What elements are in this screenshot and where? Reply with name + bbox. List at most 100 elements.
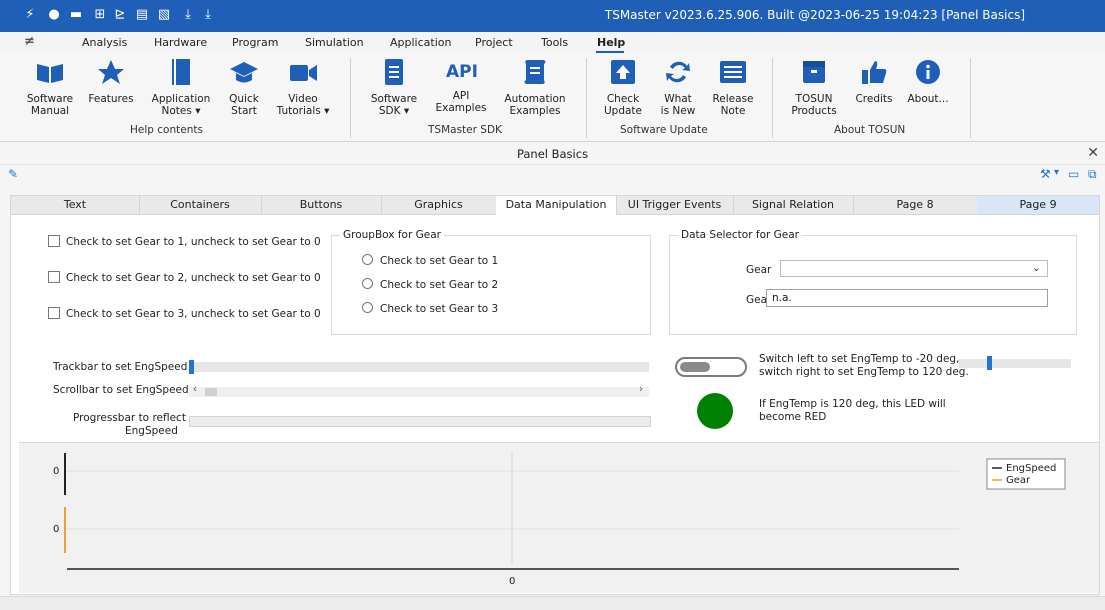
quick-start-button[interactable]: Quick Start xyxy=(222,58,266,117)
export-icon[interactable]: ⤓ xyxy=(200,7,216,23)
wrench-icon[interactable]: ⚒ xyxy=(1040,167,1051,181)
gear3-radio[interactable]: Check to set Gear to 3 xyxy=(362,302,498,315)
tab-graphics[interactable]: Graphics xyxy=(381,196,497,214)
box-icon xyxy=(803,61,825,83)
gear1-radio[interactable]: Check to set Gear to 1 xyxy=(362,254,498,267)
signal-chart[interactable]: 0 0 0 EngSpeed Gear xyxy=(19,442,1099,593)
engtemp-trackbar[interactable] xyxy=(959,356,1071,370)
menu-analysis[interactable]: Analysis xyxy=(82,36,127,49)
radio-button[interactable] xyxy=(362,302,373,313)
app-logo-icon[interactable]: ≠ xyxy=(24,34,35,49)
checkbox-box[interactable] xyxy=(48,235,60,247)
trackbar-thumb[interactable] xyxy=(987,356,992,370)
progress-label: Progressbar to reflect xyxy=(73,412,186,424)
application-notes-button[interactable]: Application Notes ▾ xyxy=(148,58,214,117)
gear2-checkbox[interactable]: Check to set Gear to 2, uncheck to set G… xyxy=(48,271,321,284)
menu-application[interactable]: Application xyxy=(390,36,451,49)
tab-signal-relation[interactable]: Signal Relation xyxy=(733,196,854,214)
ribbon-label: TOSUN Products xyxy=(791,93,837,117)
credits-button[interactable]: Credits xyxy=(852,58,896,105)
radio-button[interactable] xyxy=(362,278,373,289)
legend-label-gear: Gear xyxy=(1006,475,1031,486)
new-project-icon[interactable]: ⊞ xyxy=(92,7,108,23)
ribbon-separator xyxy=(970,58,971,138)
progress-label-2: EngSpeed xyxy=(125,425,178,437)
radio-button[interactable] xyxy=(362,254,373,265)
gear2-radio[interactable]: Check to set Gear to 2 xyxy=(362,278,498,291)
toggle-knob xyxy=(680,362,710,372)
ribbon-label: Check Update xyxy=(603,93,643,117)
minimize-panel-icon[interactable]: ▭ xyxy=(1068,167,1079,181)
software-sdk-button[interactable]: Software SDK ▾ xyxy=(364,58,424,117)
scroll-right-icon[interactable]: › xyxy=(639,384,643,395)
tab-data-manipulation[interactable]: Data Manipulation xyxy=(496,196,617,216)
menu-project[interactable]: Project xyxy=(475,36,513,49)
group-label-software-update: Software Update xyxy=(620,124,708,136)
trackbar-thumb[interactable] xyxy=(189,360,194,374)
video-tutorials-button[interactable]: Video Tutorials ▾ xyxy=(272,58,334,117)
engspeed-scrollbar[interactable]: ‹ › xyxy=(189,384,649,397)
gear1-checkbox[interactable]: Check to set Gear to 1, uncheck to set G… xyxy=(48,235,321,248)
info-icon xyxy=(916,60,940,84)
lightning-icon[interactable]: ⚡ xyxy=(22,7,38,23)
features-button[interactable]: Features xyxy=(84,58,138,105)
checkbox-box[interactable] xyxy=(48,271,60,283)
software-manual-button[interactable]: Software Manual xyxy=(22,58,78,117)
menu-hardware[interactable]: Hardware xyxy=(154,36,207,49)
y-tick-label: 0 xyxy=(53,466,59,477)
open-icon[interactable]: ⊵ xyxy=(112,7,128,23)
graduation-cap-icon xyxy=(230,62,258,83)
record-icon[interactable]: ● xyxy=(46,7,62,23)
led-text-2: become RED xyxy=(759,411,827,423)
group-label-help-contents: Help contents xyxy=(130,124,203,136)
automation-examples-button[interactable]: Automation Examples xyxy=(500,58,570,117)
check-update-button[interactable]: Check Update xyxy=(598,58,648,117)
ribbon-label: What is New xyxy=(660,93,696,117)
menu-help[interactable]: Help xyxy=(597,36,625,49)
ribbon: Software Manual Features Application Notes… xyxy=(0,54,1105,142)
tab-bar: Text Containers Buttons Graphics Data Ma… xyxy=(10,195,1100,216)
scroll-left-icon[interactable]: ‹ xyxy=(193,384,197,395)
sync-icon xyxy=(666,61,690,83)
download-icon[interactable]: ⤓ xyxy=(180,7,196,23)
menu-tools[interactable]: Tools xyxy=(541,36,568,49)
api-icon: API xyxy=(446,62,478,82)
groupbox-title: GroupBox for Gear xyxy=(340,229,444,241)
y-tick-label: 0 xyxy=(53,524,59,535)
tab-page-8[interactable]: Page 8 xyxy=(853,196,978,214)
what-is-new-button[interactable]: What is New xyxy=(658,58,698,117)
checkbox-box[interactable] xyxy=(48,307,60,319)
message-icon[interactable]: ▬ xyxy=(68,7,84,23)
engspeed-trackbar[interactable] xyxy=(189,360,649,374)
tab-ui-trigger-events[interactable]: UI Trigger Events xyxy=(616,196,734,214)
switch-text: Switch left to set EngTemp to -20 deg, xyxy=(759,353,960,365)
pencil-icon[interactable]: ✎ xyxy=(8,167,18,181)
ribbon-label: Video Tutorials ▾ xyxy=(276,93,330,117)
chevron-down-icon[interactable]: ▾ xyxy=(1054,167,1059,178)
scroll-thumb[interactable] xyxy=(205,388,217,396)
ribbon-label: Application Notes ▾ xyxy=(151,93,211,117)
tab-text[interactable]: Text xyxy=(11,196,140,214)
chart-legend: EngSpeed Gear xyxy=(986,458,1066,490)
book-icon xyxy=(37,64,63,83)
undock-icon[interactable]: ⧉ xyxy=(1088,167,1097,182)
engtemp-toggle-switch[interactable] xyxy=(675,357,747,377)
menu-simulation[interactable]: Simulation xyxy=(305,36,364,49)
gear3-checkbox[interactable]: Check to set Gear to 3, uncheck to set G… xyxy=(48,307,321,320)
save-as-icon[interactable]: ▧ xyxy=(156,7,172,23)
ribbon-label: Features xyxy=(88,93,134,105)
chevron-down-icon: ⌄ xyxy=(1031,261,1041,274)
save-icon[interactable]: ▤ xyxy=(134,7,150,23)
gear-value-field[interactable]: n.a. xyxy=(766,289,1048,307)
menu-program[interactable]: Program xyxy=(232,36,278,49)
close-icon[interactable]: ✕ xyxy=(1087,145,1099,161)
tab-page-9[interactable]: Page 9 xyxy=(977,196,1099,214)
tab-buttons[interactable]: Buttons xyxy=(261,196,382,214)
api-examples-button[interactable]: API API Examples xyxy=(434,58,488,114)
tab-containers[interactable]: Containers xyxy=(139,196,262,214)
groupbox-gear: GroupBox for Gear Check to set Gear to 1… xyxy=(331,229,651,335)
about-button[interactable]: About... xyxy=(902,58,954,105)
tosun-products-button[interactable]: TOSUN Products xyxy=(784,58,844,117)
release-note-button[interactable]: Release Note xyxy=(708,58,758,117)
gear-select[interactable]: ⌄ xyxy=(780,260,1048,277)
